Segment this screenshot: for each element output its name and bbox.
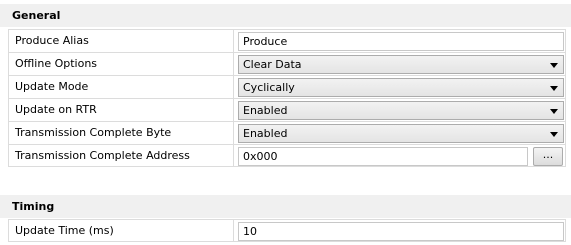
update-on-rtr-dropdown[interactable]: Enabled <box>238 101 564 120</box>
chevron-down-icon <box>550 86 558 91</box>
chevron-down-icon <box>550 63 558 68</box>
label-offline-options: Offline Options <box>8 53 234 75</box>
value-cell-update-mode: Cyclically <box>234 76 566 98</box>
row-update-on-rtr: Update on RTR Enabled <box>8 98 566 121</box>
label-produce-alias: Produce Alias <box>8 30 234 52</box>
value-cell-produce-alias: Produce <box>234 30 566 52</box>
offline-options-dropdown[interactable]: Clear Data <box>238 55 564 74</box>
offline-options-selected: Clear Data <box>243 58 302 71</box>
section-title-timing: Timing <box>12 200 55 213</box>
section-title-general: General <box>12 9 61 22</box>
chevron-down-icon <box>550 109 558 114</box>
update-time-input[interactable]: 10 <box>238 222 564 241</box>
value-cell-transmission-complete-byte: Enabled <box>234 122 566 144</box>
update-mode-dropdown[interactable]: Cyclically <box>238 78 564 97</box>
transmission-complete-byte-dropdown[interactable]: Enabled <box>238 124 564 143</box>
produce-alias-input[interactable]: Produce <box>238 32 564 51</box>
browse-address-button[interactable]: ... <box>533 147 563 166</box>
value-cell-update-on-rtr: Enabled <box>234 99 566 121</box>
row-transmission-complete-address: Transmission Complete Address 0x000 ... <box>8 144 566 167</box>
label-update-time: Update Time (ms) <box>8 220 234 242</box>
row-offline-options: Offline Options Clear Data <box>8 52 566 75</box>
section-header-general: General <box>0 4 571 27</box>
row-update-time: Update Time (ms) 10 <box>8 219 566 242</box>
transmission-complete-byte-selected: Enabled <box>243 127 288 140</box>
value-cell-transmission-complete-address: 0x000 ... <box>234 145 566 167</box>
row-produce-alias: Produce Alias Produce <box>8 29 566 52</box>
value-cell-update-time: 10 <box>234 220 566 242</box>
label-update-mode: Update Mode <box>8 76 234 98</box>
label-transmission-complete-address: Transmission Complete Address <box>8 145 234 167</box>
transmission-complete-address-input[interactable]: 0x000 <box>238 147 528 166</box>
row-transmission-complete-byte: Transmission Complete Byte Enabled <box>8 121 566 144</box>
chevron-down-icon <box>550 132 558 137</box>
row-update-mode: Update Mode Cyclically <box>8 75 566 98</box>
label-transmission-complete-byte: Transmission Complete Byte <box>8 122 234 144</box>
value-cell-offline-options: Clear Data <box>234 53 566 75</box>
label-update-on-rtr: Update on RTR <box>8 99 234 121</box>
update-mode-selected: Cyclically <box>243 81 295 94</box>
update-on-rtr-selected: Enabled <box>243 104 288 117</box>
section-header-timing: Timing <box>0 195 571 218</box>
properties-panel: General Produce Alias Produce Offline Op… <box>0 0 571 245</box>
